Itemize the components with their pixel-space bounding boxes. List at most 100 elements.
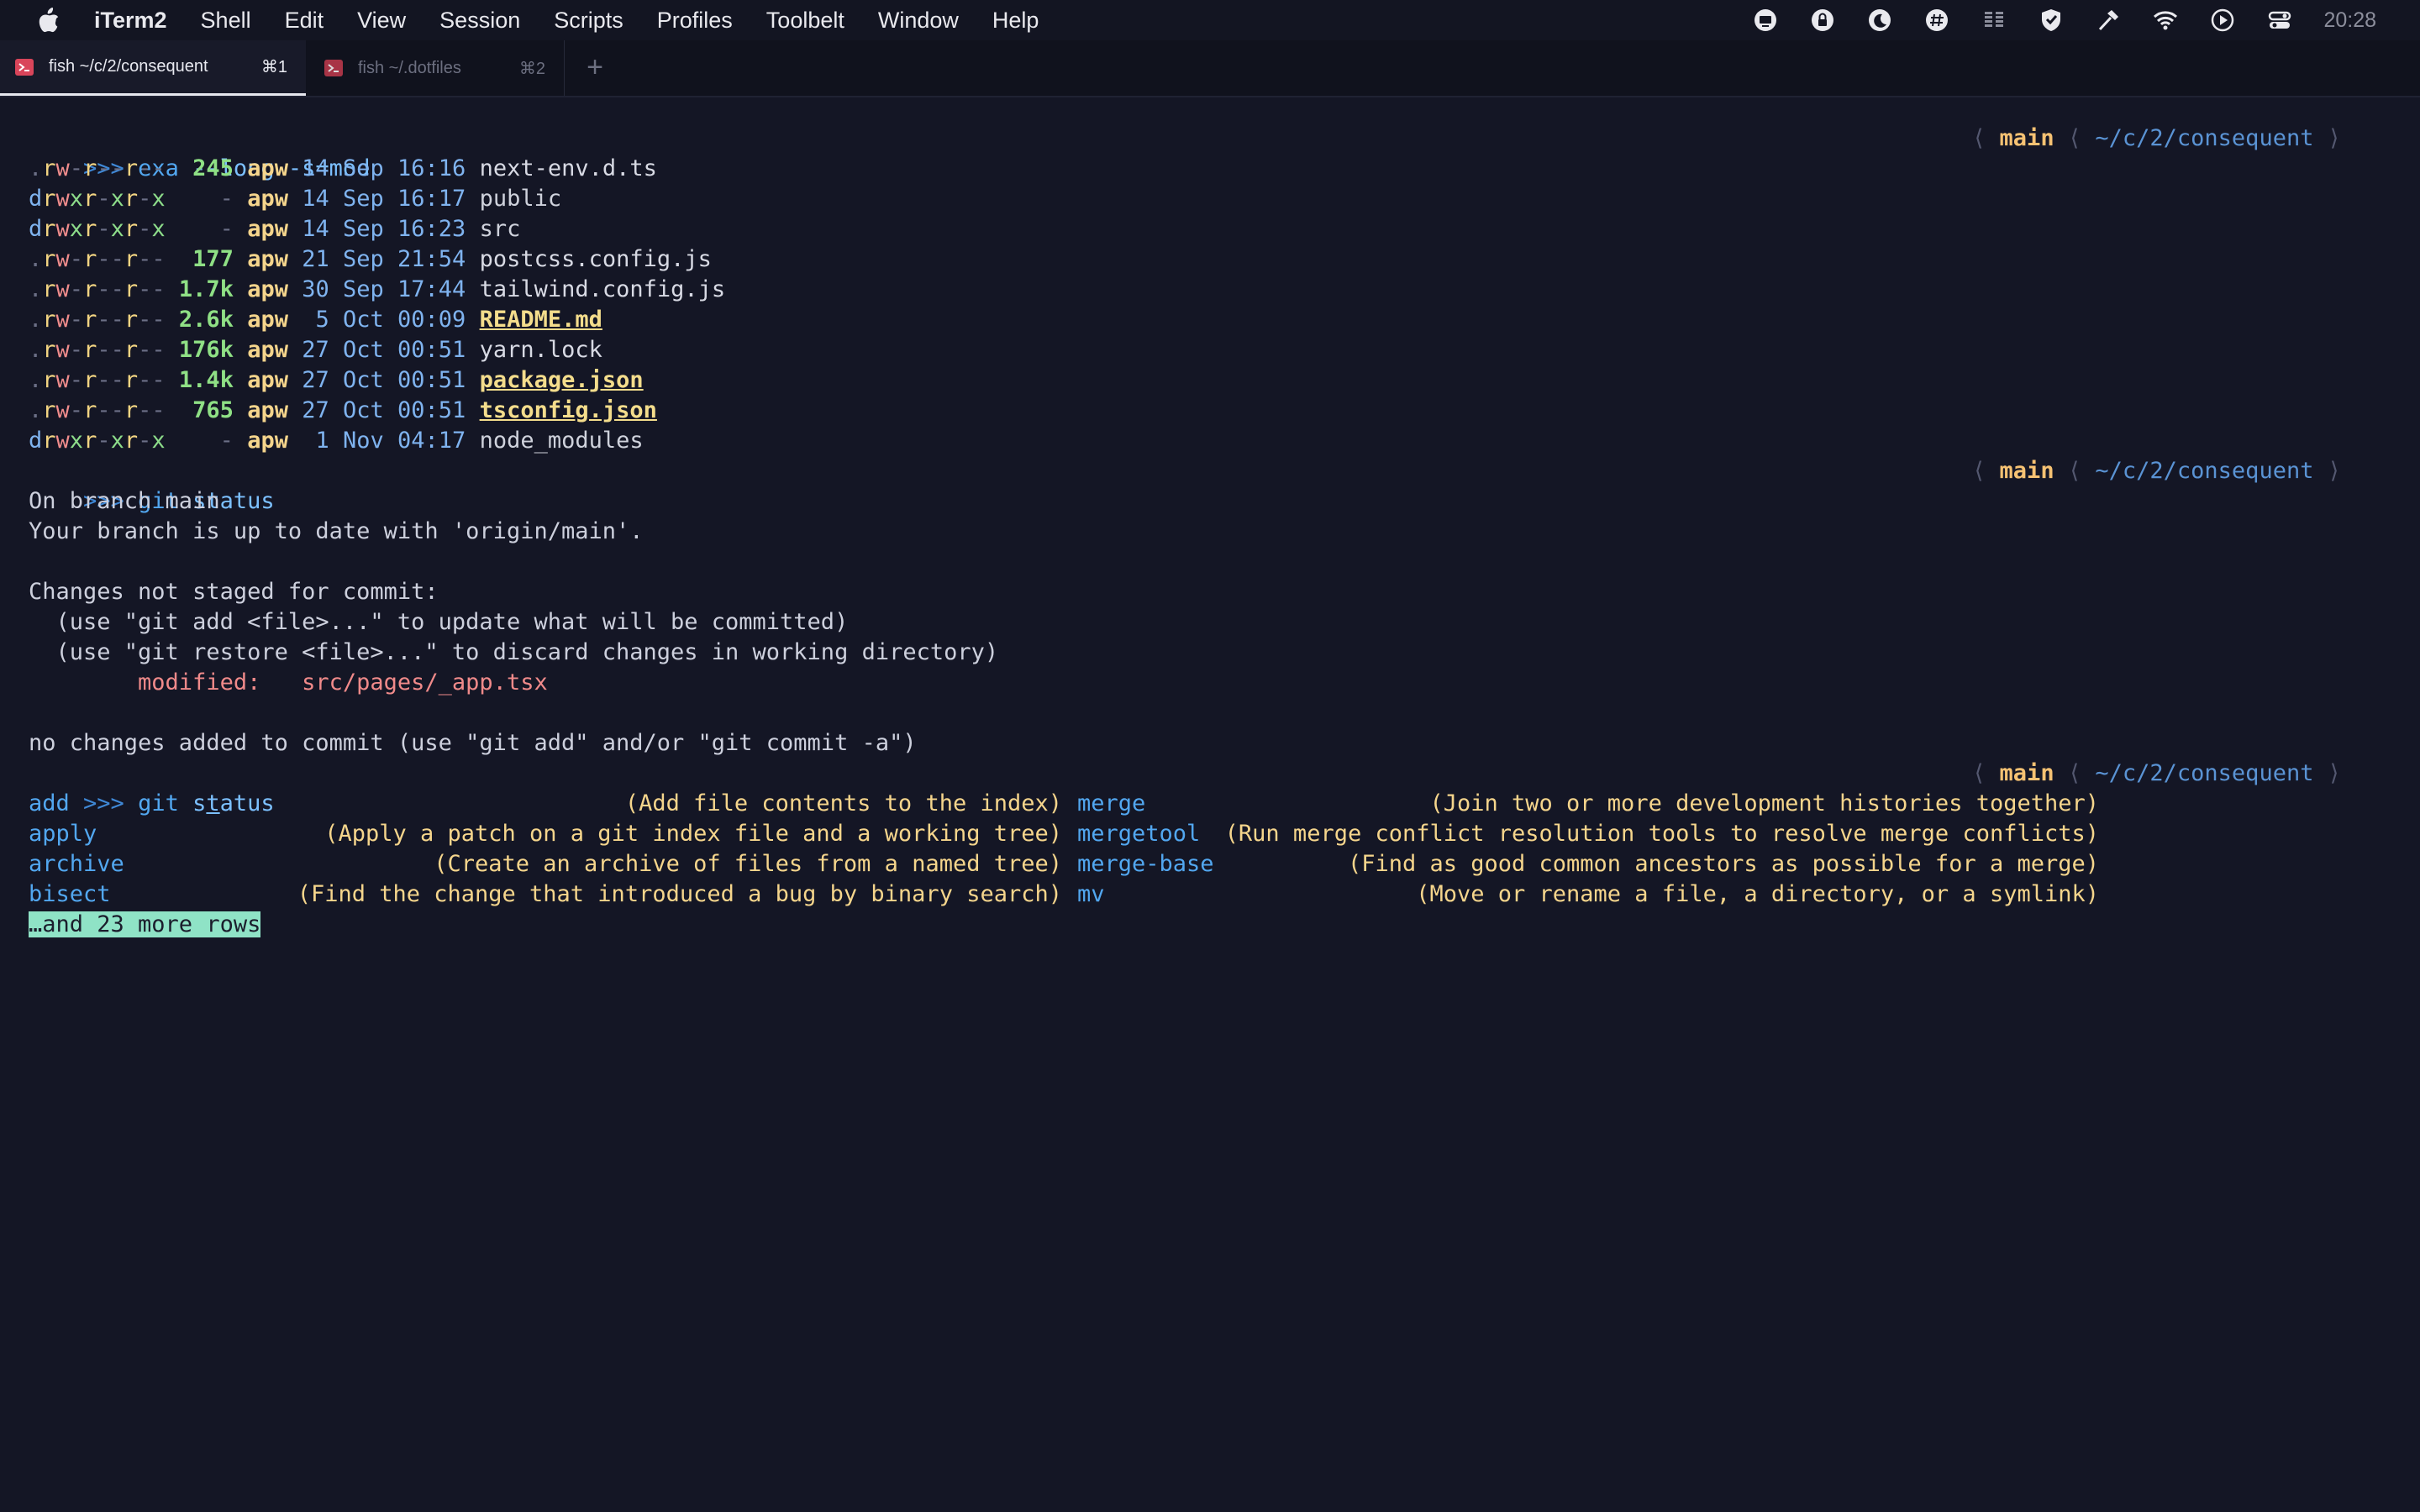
play-icon[interactable]: [2207, 5, 2238, 35]
modified-date: 27 Oct 00:51: [302, 367, 466, 393]
git-branch: main: [1999, 458, 2054, 484]
listing-row: drwxr-xr-x - apw 14 Sep 16:23 src: [29, 214, 2381, 244]
file-size: 177: [192, 246, 234, 272]
app-menu-iterm2[interactable]: iTerm2: [94, 8, 167, 34]
completion-pager: add (Add file contents to the index) merge…: [29, 789, 2381, 910]
tab-consequent[interactable]: fish ~/c/2/consequent ⌘1: [0, 40, 306, 96]
menu-edit[interactable]: Edit: [285, 8, 324, 34]
modified-date: 30 Sep 17:44: [302, 276, 466, 302]
completion-item[interactable]: mergetool: [1077, 819, 1200, 849]
menu-help[interactable]: Help: [992, 8, 1039, 34]
completion-description: (Find the change that introduced a bug b…: [297, 881, 1062, 907]
file-size: 1.4k: [178, 367, 234, 393]
menu-window[interactable]: Window: [878, 8, 959, 34]
file-name[interactable]: yarn.lock: [480, 337, 602, 363]
completion-item[interactable]: merge-base: [1077, 849, 1214, 879]
completion-row: bisect (Find the change that introduced a…: [29, 879, 2381, 910]
file-size: 245: [192, 155, 234, 181]
completion-description: (Move or rename a file, a directory, or …: [1416, 881, 2099, 907]
wifi-icon[interactable]: [2150, 5, 2181, 35]
directory-name[interactable]: node_modules: [480, 428, 644, 454]
more-rows-indicator[interactable]: …and 23 more rows: [29, 911, 261, 937]
completion-item[interactable]: mv: [1077, 879, 1105, 910]
terminal-session[interactable]: >>> exa --long -s=mod ⟨ main ⟨ ~/c/2/con…: [29, 123, 2381, 1484]
git-branch: main: [1999, 125, 2054, 151]
modified-date: 21 Sep 21:54: [302, 246, 466, 272]
modified-date: 1 Nov 04:17: [302, 428, 466, 454]
git-branch: main: [1999, 760, 2054, 786]
owner: apw: [247, 397, 288, 423]
terminal-icon: [324, 60, 343, 76]
directory-name[interactable]: src: [480, 216, 521, 242]
permissions: drwxr-xr-x: [29, 428, 166, 454]
menu-scripts[interactable]: Scripts: [554, 8, 623, 34]
completion-description: (Join two or more development histories …: [1429, 790, 2099, 816]
permissions: drwxr-xr-x: [29, 186, 166, 212]
tab-bar: fish ~/c/2/consequent ⌘1 fish ~/.dotfile…: [0, 40, 2420, 97]
cwd-path: ~/c/2/consequent: [2095, 458, 2314, 484]
listing-row: .rw-r--r-- 1.4k apw 27 Oct 00:51 package…: [29, 365, 2381, 396]
completion-item[interactable]: apply: [29, 819, 97, 849]
listing-row: drwxr-xr-x - apw 1 Nov 04:17 node_module…: [29, 426, 2381, 456]
file-size: -: [219, 186, 234, 212]
hash-icon[interactable]: [1922, 5, 1952, 35]
modified-date: 5 Oct 00:09: [302, 307, 466, 333]
completion-item[interactable]: add: [29, 789, 70, 819]
permissions: .rw-r--r--: [29, 155, 166, 181]
screen-icon[interactable]: [1750, 5, 1781, 35]
completion-row: archive (Create an archive of files from …: [29, 849, 2381, 879]
directory-name[interactable]: public: [480, 186, 562, 212]
listing-row: .rw-r--r-- 177 apw 21 Sep 21:54 postcss.…: [29, 244, 2381, 275]
cwd-path: ~/c/2/consequent: [2095, 760, 2314, 786]
tab-shortcut: ⌘2: [518, 59, 545, 78]
completion-item[interactable]: merge: [1077, 789, 1145, 819]
modified-date: 14 Sep 16:16: [302, 155, 466, 181]
shield-icon[interactable]: [2036, 5, 2066, 35]
output-line: Changes not staged for commit:: [29, 579, 439, 605]
file-name[interactable]: tsconfig.json: [480, 397, 657, 423]
completion-description: (Add file contents to the index): [624, 790, 1062, 816]
listing-row: .rw-r--r-- 765 apw 27 Oct 00:51 tsconfig…: [29, 396, 2381, 426]
bars-icon[interactable]: [1979, 5, 2009, 35]
listing-row: .rw-r--r-- 2.6k apw 5 Oct 00:09 README.m…: [29, 305, 2381, 335]
file-name[interactable]: postcss.config.js: [480, 246, 712, 272]
menu-view[interactable]: View: [357, 8, 406, 34]
completion-item[interactable]: archive: [29, 849, 124, 879]
output-line: Your branch is up to date with 'origin/m…: [29, 518, 644, 544]
menu-session[interactable]: Session: [439, 8, 520, 34]
apple-logo-icon[interactable]: [37, 8, 60, 33]
moon-icon[interactable]: [1865, 5, 1895, 35]
hammer-icon[interactable]: [2093, 5, 2123, 35]
file-name[interactable]: README.md: [480, 307, 602, 333]
output-line: (use "git add <file>..." to update what …: [29, 609, 849, 635]
tab-dotfiles[interactable]: fish ~/.dotfiles ⌘2: [309, 40, 565, 96]
file-size: 1.7k: [178, 276, 234, 302]
modified-date: 14 Sep 16:17: [302, 186, 466, 212]
prompt-line[interactable]: >>> git status ⟨ main ⟨ ~/c/2/consequent…: [29, 759, 2381, 816]
menubar-clock[interactable]: 20:28: [2323, 8, 2376, 33]
file-name[interactable]: package.json: [480, 367, 644, 393]
prompt-line: >>> git status ⟨ main ⟨ ~/c/2/consequent…: [29, 456, 2381, 514]
owner: apw: [247, 186, 288, 212]
menu-shell[interactable]: Shell: [201, 8, 251, 34]
lock-icon[interactable]: [1807, 5, 1838, 35]
prompt-line: >>> exa --long -s=mod ⟨ main ⟨ ~/c/2/con…: [29, 123, 2381, 181]
menu-profiles[interactable]: Profiles: [657, 8, 733, 34]
control-center-icon[interactable]: [2265, 5, 2295, 35]
terminal-icon: [15, 58, 34, 76]
completion-row: apply (Apply a patch on a git index file …: [29, 819, 2381, 849]
owner: apw: [247, 337, 288, 363]
right-prompt: ⟨ main ⟨ ~/c/2/consequent ⟩: [1972, 458, 2341, 484]
permissions: .rw-r--r--: [29, 307, 166, 333]
modified-line: modified: src/pages/_app.tsx: [29, 668, 2381, 698]
file-name[interactable]: tailwind.config.js: [480, 276, 726, 302]
completion-item[interactable]: bisect: [29, 879, 111, 910]
file-name[interactable]: next-env.d.ts: [480, 155, 657, 181]
tab-title: fish ~/.dotfiles: [358, 58, 461, 77]
new-tab-button[interactable]: +: [580, 52, 610, 82]
permissions: .rw-r--r--: [29, 337, 166, 363]
file-size: -: [219, 428, 234, 454]
menu-toolbelt[interactable]: Toolbelt: [766, 8, 844, 34]
